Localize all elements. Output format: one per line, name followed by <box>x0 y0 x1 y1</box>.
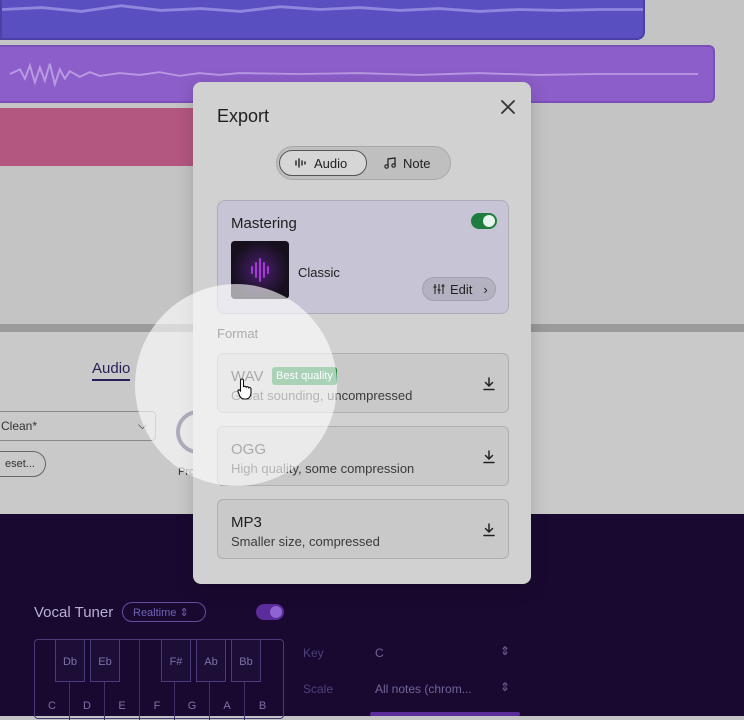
vocal-tuner-title: Vocal Tuner <box>34 604 114 621</box>
export-type-switch: Audio Note <box>276 146 451 180</box>
download-icon[interactable] <box>481 449 497 465</box>
chevron-down-icon: ⌵ <box>137 418 147 432</box>
realtime-mode-select[interactable]: Realtime ⇕ <box>122 602 206 622</box>
piano-key-db[interactable]: Db <box>55 640 85 682</box>
download-icon[interactable] <box>481 522 497 538</box>
export-modal: Export Audio Note Mastering Classic Edit… <box>193 82 531 584</box>
audio-clip-3[interactable] <box>0 108 210 166</box>
edit-mastering-button[interactable]: Edit › <box>422 277 496 301</box>
piano-key-eb[interactable]: Eb <box>90 640 120 682</box>
format-option-ogg[interactable]: OGG High quality, some compression <box>217 426 509 486</box>
best-quality-badge: Best quality <box>272 367 337 385</box>
format-label: Format <box>217 326 259 341</box>
piano-key-ab[interactable]: Ab <box>196 640 226 682</box>
mastering-card: Mastering Classic Edit › <box>217 200 509 314</box>
piano-key-fsharp[interactable]: F# <box>161 640 191 682</box>
waveform <box>2 4 643 13</box>
tab-note-label: Note <box>403 155 431 171</box>
mastering-toggle[interactable] <box>471 213 497 229</box>
mastering-preset-name: Classic <box>298 265 340 280</box>
modal-title: Export <box>217 106 270 126</box>
format-name: WAV <box>231 368 264 385</box>
format-option-mp3[interactable]: MP3 Smaller size, compressed <box>217 499 509 559</box>
vocal-tuner-slider[interactable] <box>370 712 520 716</box>
format-description: Great sounding, uncompressed <box>231 388 413 403</box>
edit-label: Edit <box>450 281 473 297</box>
waveform-icon <box>231 241 289 299</box>
tab-audio-label: Audio <box>314 155 348 171</box>
format-option-wav[interactable]: WAV Best quality Great sounding, uncompr… <box>217 353 509 413</box>
format-name: MP3 <box>231 514 262 531</box>
key-label: Key <box>303 646 324 660</box>
chevron-updown-icon: ⇕ <box>500 680 511 694</box>
mastering-preset-thumbnail <box>231 241 289 299</box>
key-value[interactable]: C <box>375 646 384 660</box>
mastering-title: Mastering <box>231 215 297 232</box>
tab-note[interactable]: Note <box>369 150 449 176</box>
chevron-updown-icon: ⇕ <box>500 644 511 658</box>
realtime-mode-label: Realtime <box>133 607 177 619</box>
scale-label: Scale <box>303 682 334 696</box>
chevron-right-icon: › <box>483 281 488 297</box>
close-icon[interactable] <box>496 95 520 119</box>
piano-keyboard: C D E F G A B Db Eb F# Ab Bb <box>34 639 284 720</box>
format-description: Smaller size, compressed <box>231 534 380 549</box>
sliders-icon <box>433 284 445 294</box>
format-name: OGG <box>231 441 267 458</box>
download-icon[interactable] <box>481 376 497 392</box>
vocal-tuner-toggle[interactable] <box>256 604 284 620</box>
tab-audio[interactable]: Audio <box>279 150 367 176</box>
piano-key-bb[interactable]: Bb <box>231 640 261 682</box>
preset-select-value: Clean* <box>1 419 38 433</box>
scale-value[interactable]: All notes (chrom... <box>375 682 472 696</box>
chevron-updown-icon: ⇕ <box>179 607 189 619</box>
preset-button[interactable]: eset... <box>0 451 46 477</box>
tab-audio-bg[interactable]: Audio <box>92 360 131 381</box>
music-note-icon <box>384 157 396 169</box>
preset-select[interactable]: Clean* ⌵ <box>0 411 156 441</box>
audio-clip-1[interactable] <box>0 0 645 40</box>
waveform-icon <box>295 158 306 168</box>
format-description: High quality, some compression <box>231 461 415 476</box>
